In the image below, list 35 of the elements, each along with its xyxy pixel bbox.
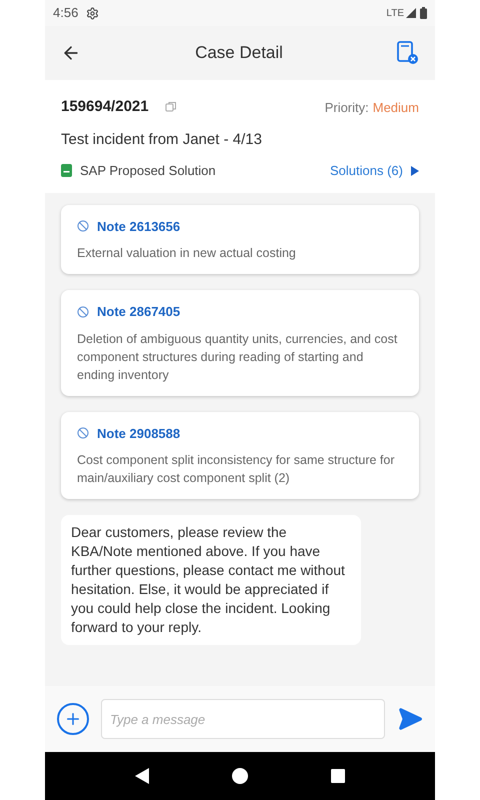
note-title: Note 2613656 [97, 218, 180, 236]
solutions-link[interactable]: Solutions (6) [330, 161, 403, 180]
note-card[interactable]: Note 2908588 Cost component split inconsistency for same structure for main/auxiliary cost component split (2) [61, 412, 419, 499]
document-icon [61, 164, 72, 178]
case-number: 159694/2021 [61, 97, 149, 117]
message-bubble: Dear customers, please review the KBA/Note mentioned above. If you have further questions, please contact me without hesitation. Else, it would be appreciated if you could help close the incident. Looking forward to your reply. [61, 515, 361, 645]
note-icon [77, 306, 89, 318]
network-label: LTE [386, 6, 404, 20]
recents-nav-icon[interactable] [331, 769, 346, 783]
play-icon[interactable] [411, 166, 419, 176]
plus-icon [64, 710, 82, 728]
settings-icon [86, 6, 100, 20]
signal-icon [406, 8, 416, 18]
note-icon [77, 220, 89, 232]
note-card[interactable]: Note 2867405 Deletion of ambiguous quantity units, currencies, and cost component structures during reading of starting and ending inventory [61, 290, 419, 396]
note-icon [77, 427, 89, 440]
status-time: 4:56 [53, 4, 78, 22]
document-close-icon[interactable] [397, 41, 419, 65]
solution-label: SAP Proposed Solution [80, 162, 216, 180]
add-button[interactable] [57, 703, 89, 735]
back-nav-icon[interactable] [134, 768, 149, 784]
page-title: Case Detail [194, 42, 284, 64]
note-description: External valuation in new actual costing [77, 245, 297, 262]
note-card[interactable]: Note 2613656 External valuation in new actual costing [61, 204, 419, 274]
note-description: Cost component split inconsistency for same structure for main/auxiliary cost component split (2) [77, 452, 396, 487]
priority-value: Medium [372, 98, 419, 116]
case-title: Test incident from Janet - 4/13 [61, 130, 263, 150]
message-input[interactable]: Type a message [101, 699, 385, 739]
send-button[interactable] [397, 706, 423, 732]
note-title: Note 2908588 [97, 424, 180, 442]
priority-label: Priority: [324, 98, 369, 117]
note-title: Note 2867405 [97, 303, 180, 321]
battery-icon [420, 7, 427, 19]
home-nav-icon[interactable] [232, 768, 248, 784]
note-description: Deletion of ambiguous quantity units, currencies, and cost component structures during reading of starting and ending inventory [77, 330, 398, 384]
